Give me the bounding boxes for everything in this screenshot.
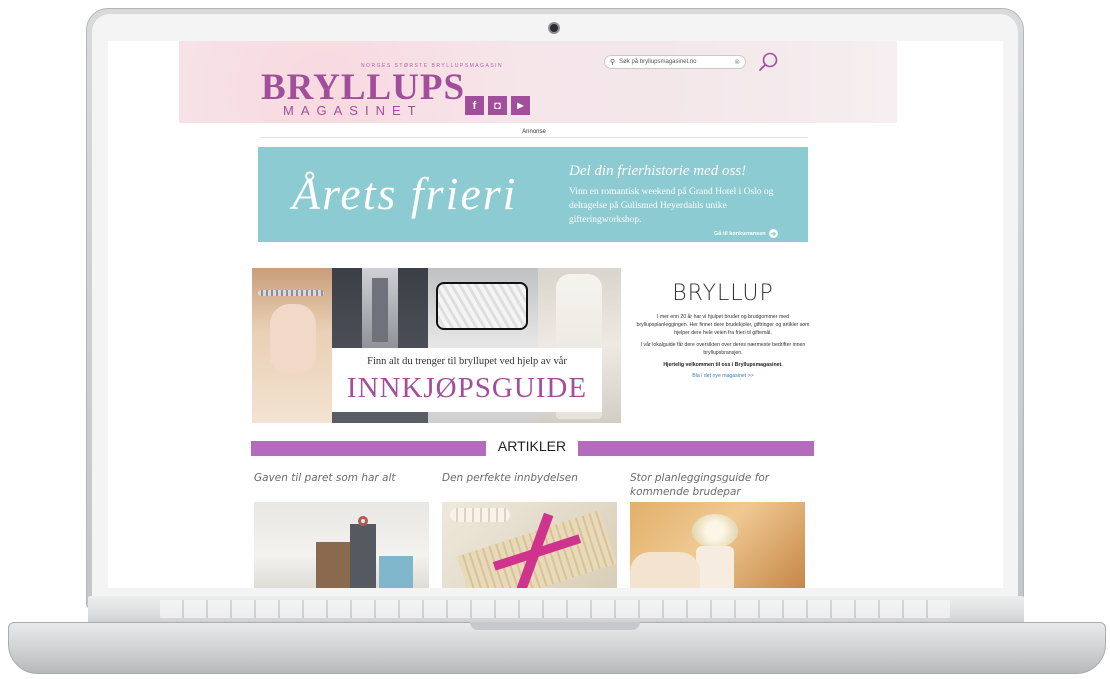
intro-welcome: Hjertelig velkommen til oss i Bryllupsma… [663, 362, 783, 368]
guide-card: Finn alt du trenger til bryllupet ved hj… [332, 348, 602, 412]
article-title[interactable]: Stor planleggingsguide for kommende brud… [630, 471, 805, 499]
heading-bar-left [251, 441, 486, 456]
invitation-photo[interactable] [442, 502, 617, 588]
clear-icon[interactable]: ⊗ [734, 58, 740, 66]
intro-paragraph-2: I vår lokalguide får dere oversikten ove… [640, 342, 806, 356]
arrow-right-icon: ➜ [768, 229, 778, 238]
intro-title: BRYLLUP [672, 281, 774, 306]
article-card[interactable]: Gaven til paret som har alt [254, 471, 429, 485]
gift-photo[interactable] [254, 502, 429, 588]
instagram-icon[interactable]: ◘ [488, 96, 507, 115]
website-screen: NORGES STØRSTE BRYLLUPSMAGASIN BRYLLUPS … [108, 41, 1003, 588]
search-button[interactable] [757, 51, 779, 73]
bride-photo [252, 268, 332, 423]
ad-title: Årets frieri [292, 168, 518, 219]
camera-icon [548, 22, 560, 34]
guide-line: Finn alt du trenger til bryllupet ved hj… [367, 356, 567, 367]
ad-banner[interactable]: Årets frieri Del din frierhistorie med o… [258, 147, 808, 242]
site-header: NORGES STØRSTE BRYLLUPSMAGASIN BRYLLUPS … [179, 41, 897, 123]
intro-paragraph: I mer enn 20 år har vi hjulpet bruder og… [636, 314, 810, 336]
search-input[interactable]: ⚲ Søk på bryllupsmagasinet.no ⊗ [604, 55, 746, 69]
laptop-mockup: NORGES STØRSTE BRYLLUPSMAGASIN BRYLLUPS … [0, 0, 1110, 679]
article-title[interactable]: Gaven til paret som har alt [254, 471, 429, 485]
ad-label: Annonse [260, 129, 808, 138]
article-card[interactable]: Den perfekte innbydelsen [442, 471, 617, 485]
search-placeholder: Søk på bryllupsmagasinet.no [619, 59, 697, 65]
shopping-guide-banner[interactable]: Finn alt du trenger til bryllupet ved hj… [252, 268, 621, 423]
bouquet-photo[interactable] [630, 502, 805, 588]
facebook-icon[interactable]: f [465, 96, 484, 115]
keyboard [160, 600, 950, 618]
logo-text[interactable]: BRYLLUPS [261, 69, 465, 106]
ad-headline: Del din frierhistorie med oss! [569, 163, 747, 179]
guide-title: INNKJØPSGUIDE [346, 372, 588, 404]
intro-section: BRYLLUP I mer enn 20 år har vi hjulpet b… [633, 268, 813, 423]
ad-link[interactable]: Gå til konkurransen ➜ [714, 229, 778, 238]
articles-heading: ARTIKLER [497, 438, 567, 454]
opening-notch [470, 622, 640, 630]
heading-bar-right [578, 441, 814, 456]
youtube-icon[interactable]: ▶ [511, 96, 530, 115]
ad-link-label: Gå til konkurransen [714, 230, 766, 237]
article-title[interactable]: Den perfekte innbydelsen [442, 471, 617, 485]
article-card[interactable]: Stor planleggingsguide for kommende brud… [630, 471, 805, 499]
ad-text: Vinn en romantisk weekend på Grand Hotel… [569, 187, 774, 225]
magazine-link[interactable]: Bla i det nye magasinet >> [633, 373, 813, 379]
search-icon: ⚲ [610, 59, 616, 66]
logo-subtext[interactable]: MAGASINET [283, 103, 423, 118]
